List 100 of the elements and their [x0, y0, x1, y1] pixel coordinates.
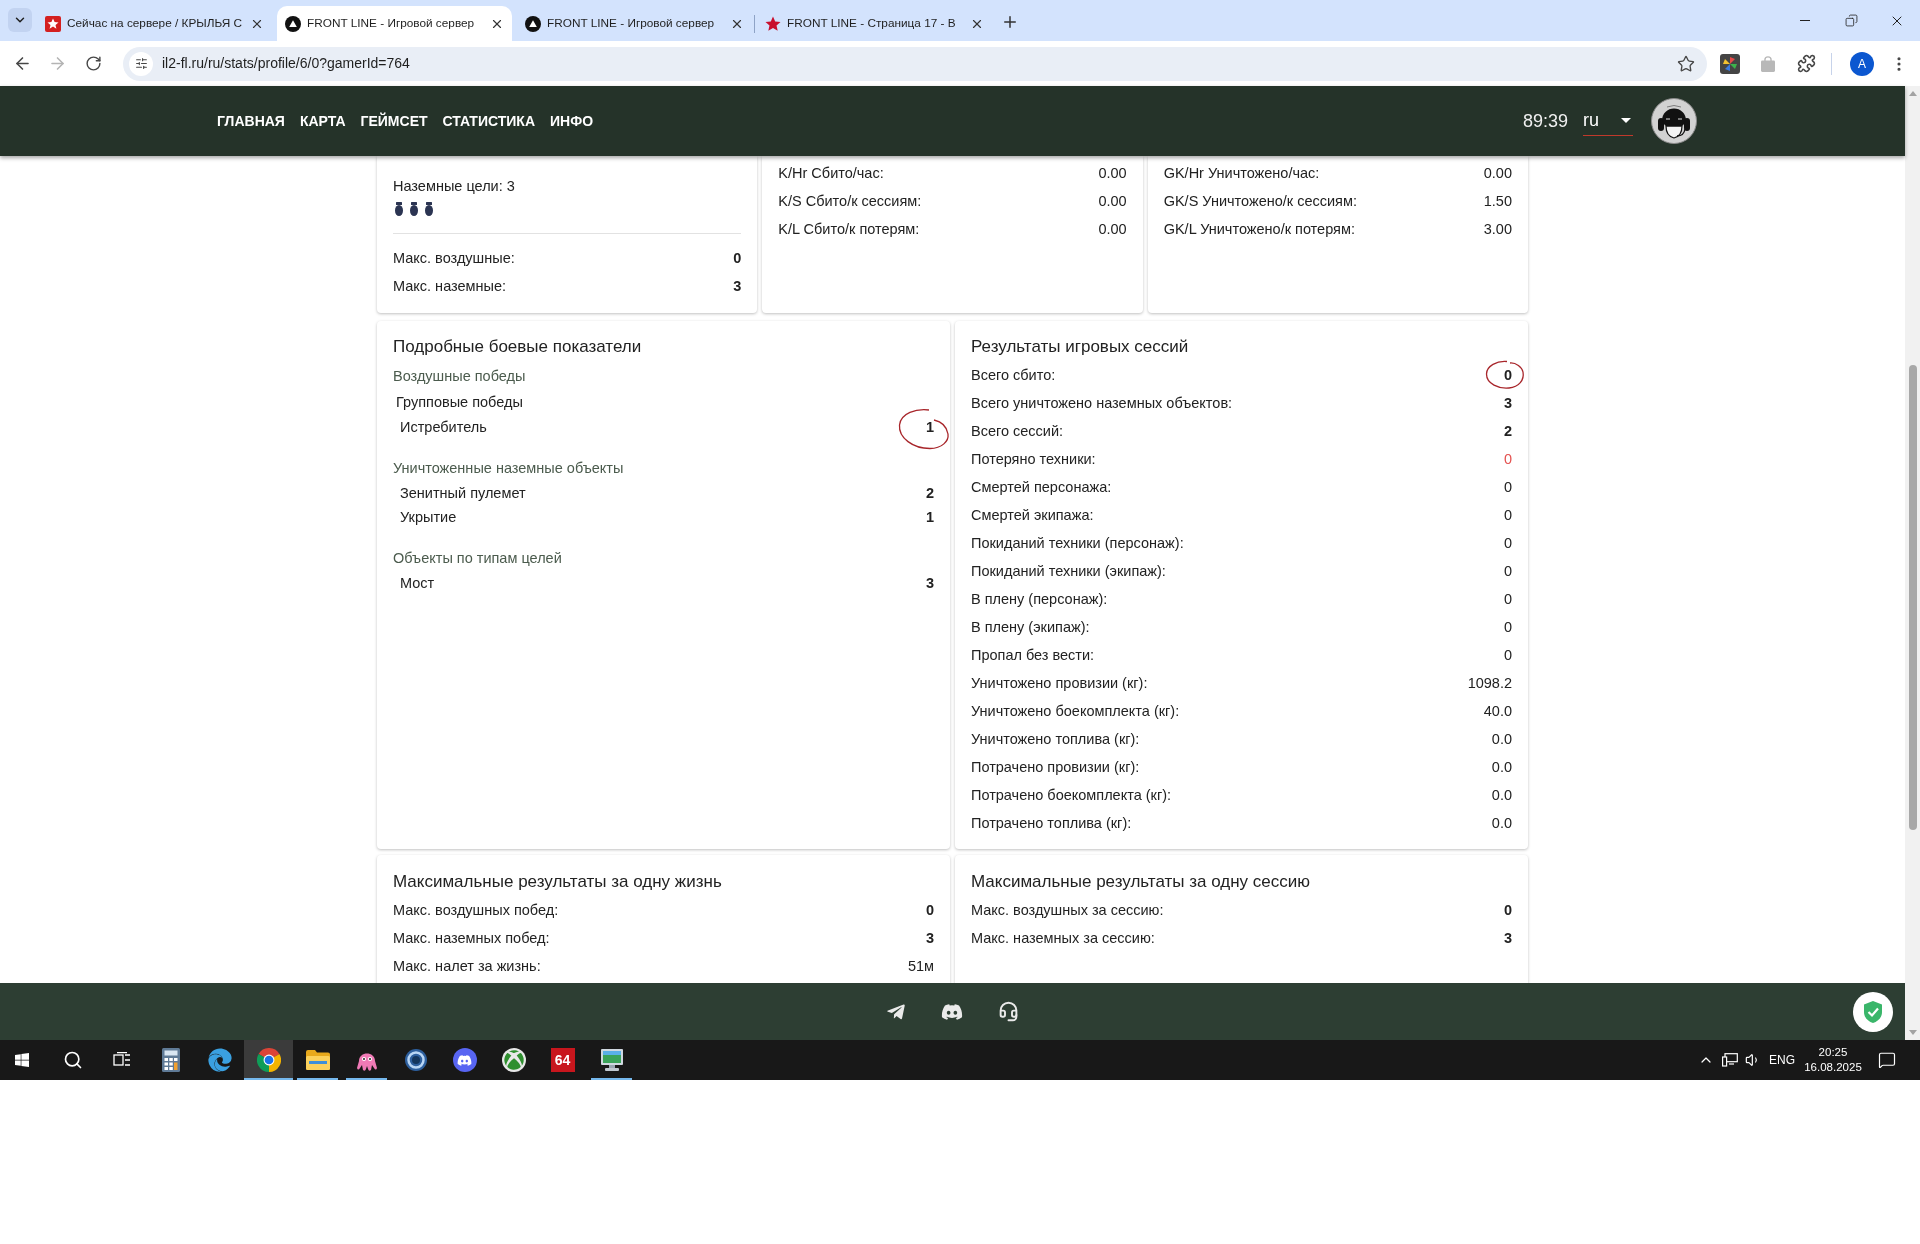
stat-value: 0	[1503, 366, 1512, 384]
stat-value: 0.00	[1098, 220, 1127, 238]
folder-icon	[305, 1050, 330, 1070]
stat-value: 2	[1503, 422, 1512, 440]
taskbar-app-button[interactable]: 64	[538, 1040, 587, 1080]
shield-check-icon[interactable]	[1853, 992, 1893, 1032]
stat-value: 3.00	[1483, 220, 1512, 238]
support-headset-icon[interactable]	[998, 1001, 1019, 1022]
stat-label: Покиданий техники (персонаж):	[971, 534, 1184, 552]
task-view-icon	[112, 1052, 131, 1068]
extensions-icon[interactable]	[1797, 54, 1816, 73]
stat-label: Уничтожено топлива (кг):	[971, 730, 1140, 748]
network-icon[interactable]	[1722, 1053, 1738, 1067]
nav-link[interactable]: КАРТА	[299, 110, 346, 132]
url-text: il2-fl.ru/ru/stats/profile/6/0?gamerId=764	[162, 54, 410, 73]
stat-label: Всего сессий:	[971, 422, 1064, 440]
stat-value: 0	[1503, 562, 1512, 580]
stat-label: Смертей персонажа:	[971, 478, 1112, 496]
stat-label: Уничтожено провизии (кг):	[971, 674, 1148, 692]
stat-label: Смертей экипажа:	[971, 506, 1094, 524]
stat-value: 51м	[907, 957, 934, 975]
timer-text: 89:39	[1522, 109, 1568, 133]
section-heading: Уничтоженные наземные объекты	[393, 459, 624, 477]
browser-tab[interactable]: FRONT LINE - Игровой сервер	[517, 6, 752, 41]
address-bar[interactable]: il2-fl.ru/ru/stats/profile/6/0?gamerId=764	[123, 46, 1707, 81]
pilot-avatar-icon[interactable]	[1651, 98, 1697, 144]
stat-label: Всего уничтожено наземных объектов:	[971, 394, 1233, 412]
tab-list-button[interactable]	[8, 8, 32, 32]
notification-icon[interactable]	[1878, 1051, 1896, 1069]
stat-value: 0.00	[1483, 164, 1512, 182]
bomb-icon	[410, 202, 418, 216]
stat-value: 0.00	[1098, 192, 1127, 210]
stat-value: 0.0	[1491, 730, 1512, 748]
nav-link[interactable]: ГЛАВНАЯ	[217, 110, 285, 132]
stat-label: Макс. наземные:	[393, 277, 507, 295]
stat-value: 3	[733, 277, 742, 295]
reload-icon	[84, 55, 102, 72]
section-heading: Объекты по типам целей	[393, 549, 562, 567]
ring-icon	[403, 1048, 428, 1072]
pinwheel-extension-icon[interactable]	[1720, 53, 1740, 74]
stat-label: Уничтожено боекомплекта (кг):	[971, 702, 1180, 720]
bomb-icon	[425, 202, 433, 216]
scrollbar-thumb[interactable]	[1908, 365, 1917, 830]
stat-value: 0.00	[1098, 164, 1127, 182]
xbox-icon	[501, 1048, 526, 1072]
restore-icon	[1844, 14, 1858, 27]
stat-label: Потрачено боекомплекта (кг):	[971, 786, 1172, 804]
stat-value: 0	[1503, 506, 1512, 524]
stat-value: 1	[925, 508, 934, 526]
stat-label: Укрытие	[400, 508, 457, 526]
stat-value: 0.0	[1491, 758, 1512, 776]
stat-value: 0.0	[1491, 814, 1512, 832]
star-favicon-icon	[765, 15, 781, 32]
taskbar-app-button[interactable]	[244, 1040, 293, 1080]
chrome-icon	[256, 1048, 281, 1072]
card-title: Максимальные результаты за одну жизнь	[393, 872, 722, 892]
site-info-button[interactable]	[129, 51, 153, 76]
nav-link[interactable]: ГЕЙМСЕТ	[360, 110, 428, 132]
nav-link[interactable]: СТАТИСТИКА	[442, 110, 535, 132]
section-heading: Воздушные победы	[393, 367, 526, 385]
bookmark-star-icon[interactable]	[1677, 54, 1695, 73]
nav-link[interactable]: ИНФО	[550, 110, 594, 132]
stat-value: 0	[1503, 534, 1512, 552]
stat-value: 2	[925, 484, 934, 502]
stat-label: Всего сбито:	[971, 366, 1056, 384]
stat-label: Зенитный пулемет	[400, 484, 526, 502]
stat-value: 40.0	[1483, 702, 1512, 720]
browser-tab[interactable]: FRONT LINE - Игровой сервер	[277, 6, 512, 41]
stat-label: Макс. воздушных за сессию:	[971, 901, 1164, 919]
stat-label: K/L Сбито/к потерям:	[778, 220, 920, 238]
input-language[interactable]: ENG	[1764, 1051, 1800, 1069]
stat-value: 0	[1503, 590, 1512, 608]
stat-label: Макс. воздушные:	[393, 249, 515, 267]
triangle-favicon-icon	[525, 15, 541, 32]
stat-label: Макс. наземных побед:	[393, 929, 550, 947]
group-label: Групповые победы	[396, 393, 523, 411]
stat-label: Потеряно техники:	[971, 450, 1096, 468]
stat-value: 0	[1503, 646, 1512, 664]
stat-label: Макс. налет за жизнь:	[393, 957, 541, 975]
profile-button[interactable]: A	[1850, 51, 1874, 76]
stat-value: 0	[1503, 478, 1512, 496]
stat-label: Истребитель	[400, 418, 487, 436]
monitor-icon	[599, 1048, 624, 1072]
browser-tab[interactable]: Сейчас на сервере / КРЫЛЬЯ С	[37, 6, 272, 41]
stat-label: GK/L Уничтожено/к потерям:	[1163, 220, 1355, 238]
search-icon	[62, 1050, 83, 1070]
stat-value: 0	[1503, 618, 1512, 636]
stat-label: Наземные цели: 3	[393, 177, 515, 195]
scrollbar[interactable]	[1905, 86, 1920, 1040]
app-logo: 64	[550, 1048, 575, 1072]
stat-value: 3	[1503, 929, 1512, 947]
stat-value: 1	[925, 418, 934, 436]
stat-value: 0.0	[1491, 786, 1512, 804]
stat-label: Потрачено провизии (кг):	[971, 758, 1140, 776]
browser-tab[interactable]: FRONT LINE - Страница 17 - В	[757, 6, 992, 41]
triangle-favicon-icon	[285, 15, 301, 32]
stat-label: Потрачено топлива (кг):	[971, 814, 1132, 832]
language-select[interactable]: ru	[1583, 106, 1633, 136]
clock[interactable]: 20:25 16.08.2025	[1800, 1045, 1866, 1075]
stat-value: 0	[925, 901, 934, 919]
